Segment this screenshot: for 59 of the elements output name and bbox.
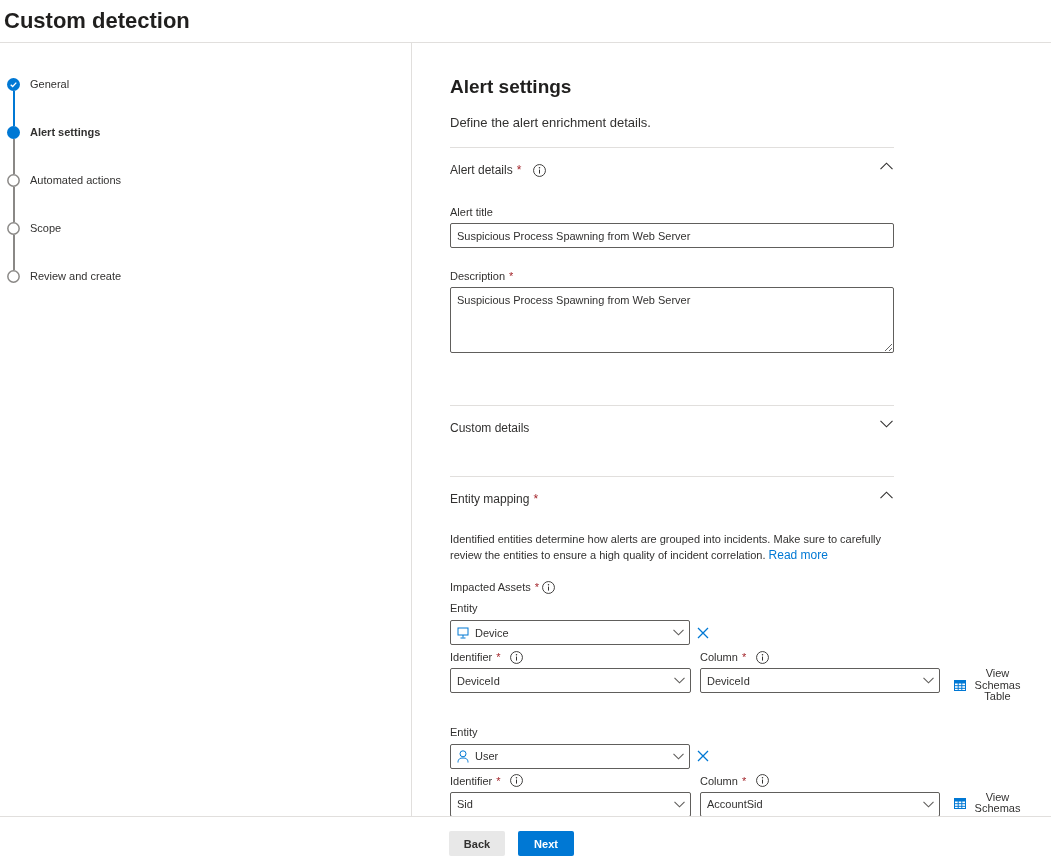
- chevron-down-icon: [674, 800, 685, 808]
- field-label: Impacted Assets *: [450, 580, 539, 595]
- accordion-title: Entity mapping *: [450, 491, 539, 507]
- info-icon[interactable]: [510, 774, 524, 787]
- field-label: Column *: [700, 650, 747, 665]
- entity-dropdown[interactable]: Device: [450, 620, 690, 645]
- info-icon[interactable]: [542, 580, 555, 594]
- column-dropdown[interactable]: DeviceId: [700, 668, 940, 693]
- view-schemas-button[interactable]: View Schemas Table: [954, 668, 1021, 703]
- section-description: Define the alert enrichment details.: [450, 114, 651, 132]
- chevron-down-icon: [923, 677, 934, 684]
- info-icon[interactable]: [510, 650, 524, 664]
- page-title: Custom detection: [4, 7, 190, 35]
- column-dropdown[interactable]: AccountSid: [700, 791, 940, 816]
- table-icon: [954, 797, 966, 809]
- field-label: Entity: [450, 601, 478, 616]
- entity-dropdown[interactable]: User: [450, 743, 690, 769]
- next-button[interactable]: Next: [518, 831, 574, 856]
- field-label: Identifier *: [450, 773, 501, 789]
- identifier-dropdown[interactable]: DeviceId: [450, 668, 691, 693]
- wizard-step[interactable]: Scope: [7, 222, 62, 235]
- wizard-step[interactable]: General: [7, 78, 70, 91]
- step-connector: [12, 139, 15, 174]
- field-label: Alert title: [450, 205, 493, 220]
- field-label: Column *: [700, 773, 747, 789]
- field-label: Identifier *: [450, 650, 501, 665]
- step-connector: [12, 235, 15, 270]
- read-more-link[interactable]: Read more: [768, 548, 828, 562]
- back-button[interactable]: Back: [449, 831, 505, 856]
- accordion-title: Custom details: [450, 420, 530, 436]
- step-connector: [12, 91, 15, 126]
- info-icon[interactable]: [756, 774, 770, 787]
- chevron-down-icon: [673, 752, 684, 760]
- alert-title-field[interactable]: Suspicious Process Spawning from Web Server: [450, 223, 894, 248]
- identifier-dropdown[interactable]: Sid: [450, 791, 691, 816]
- close-icon[interactable]: [697, 626, 709, 639]
- wizard-step[interactable]: Automated actions: [7, 174, 122, 187]
- person-icon: [457, 749, 469, 763]
- field-label: Description *: [450, 269, 514, 284]
- accordion-title: Alert details *: [450, 162, 522, 178]
- chevron-up-icon[interactable]: [880, 491, 893, 499]
- chevron-down-icon: [673, 629, 684, 636]
- view-schemas-button[interactable]: View Schemas: [954, 791, 1021, 815]
- chevron-up-icon[interactable]: [880, 162, 893, 170]
- wizard-step[interactable]: Alert settings: [7, 126, 101, 139]
- table-icon: [954, 679, 966, 691]
- chevron-down-icon[interactable]: [880, 420, 893, 428]
- description-field[interactable]: Suspicious Process Spawning from Web Server: [450, 287, 894, 353]
- close-icon[interactable]: [697, 750, 709, 762]
- info-icon[interactable]: [533, 163, 547, 177]
- chevron-down-icon: [923, 800, 934, 808]
- step-connector: [12, 187, 15, 222]
- chevron-down-icon: [674, 677, 685, 684]
- monitor-icon: [457, 626, 469, 639]
- entity-mapping-description: Identified entities determine how alerts are grouped into incidents. Make sure to carefully review the entities to ensure a high quality of incident correlation. Read more: [450, 532, 883, 563]
- info-icon[interactable]: [756, 650, 770, 664]
- section-heading: Alert settings: [450, 75, 572, 99]
- wizard-step[interactable]: Review and create: [7, 270, 122, 283]
- field-label: Entity: [450, 724, 478, 740]
